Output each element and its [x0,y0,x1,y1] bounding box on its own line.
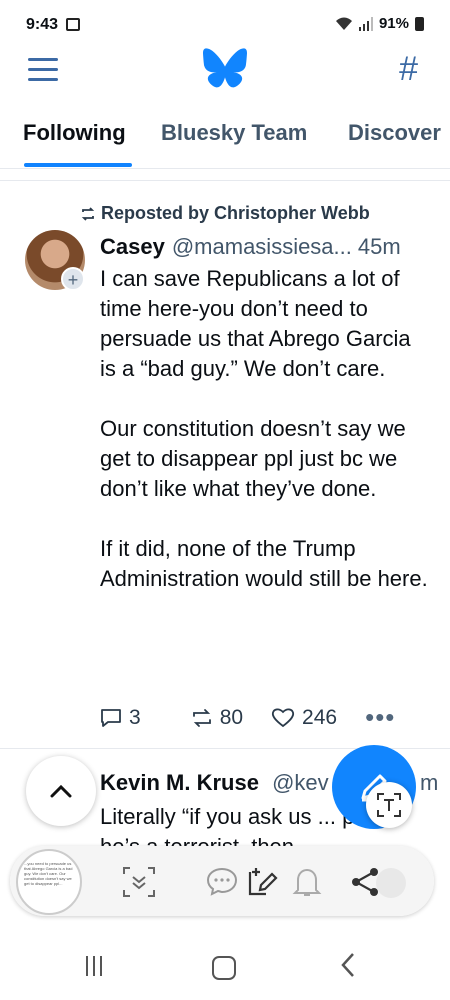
home-button[interactable] [212,956,236,980]
post-time: 45m [357,234,401,259]
screenshot-thumbnail[interactable]: ...you need to persuade us that Abrego G… [16,849,82,915]
status-right: 91% [335,15,424,32]
post-body[interactable]: I can save Republicans a lot of time her… [100,264,430,624]
battery-percent: 91% [378,15,409,32]
reply-count: 3 [129,705,141,729]
post-actions: 3 80 246 ••• [100,702,395,733]
feed-tabs: Following Bluesky Team Discover [0,106,450,169]
repost-count: 80 [219,705,244,729]
follow-plus-icon[interactable]: + [61,267,85,291]
tab-following[interactable]: Following [23,120,126,146]
post-handle[interactable]: @mamasissiesa... [172,234,352,260]
post-paragraph: Our constitution doesn’t say we get to d… [100,416,406,501]
divider [0,180,450,181]
like-count: 246 [302,705,338,729]
tab-bluesky-team[interactable]: Bluesky Team [161,120,307,146]
repost-button[interactable]: 80 [191,706,243,730]
post-paragraph: I can save Republicans a lot of time her… [100,266,411,381]
status-bar: 9:43 91% [0,0,450,48]
system-nav-bar [0,940,450,1000]
post-author[interactable]: Casey [100,234,165,260]
reply-icon [101,708,121,727]
scroll-to-top-button[interactable] [26,756,96,826]
chevron-up-icon [50,784,72,798]
menu-icon[interactable] [28,58,58,82]
reply-button[interactable]: 3 [100,706,141,730]
text-extract-button[interactable] [366,782,412,828]
post-paragraph: If it did, none of the Trump Administrat… [100,536,428,591]
repost-label: Reposted by Christopher Webb [101,203,370,223]
app-header: # [0,46,450,94]
battery-icon [415,16,424,31]
screenshot-toolbar: ...you need to persuade us that Abrego G… [10,846,434,916]
recents-button[interactable] [86,956,102,976]
more-icon[interactable]: ••• [365,702,395,733]
bell-icon[interactable] [292,866,322,898]
chat-icon[interactable] [206,866,238,896]
post2-handle[interactable]: @kev [272,770,329,795]
active-tab-indicator [24,163,132,167]
like-button[interactable]: 246 [271,706,337,730]
post-header: Casey @mamasissiesa... 45m [100,234,440,260]
butterfly-logo[interactable] [203,48,247,88]
post2-author[interactable]: Kevin M. Kruse [100,770,259,795]
wifi-icon [335,17,352,30]
post2-header: Kevin M. Kruse @kev [100,770,329,796]
signal-icon [358,16,373,31]
avatar-ghost [376,868,406,898]
gallery-notification-icon [66,18,80,31]
like-icon [271,708,295,728]
repost-icon [81,206,95,221]
edit-icon[interactable] [246,866,278,898]
repost-context[interactable]: Reposted by Christopher Webb [80,203,370,224]
scan-icon[interactable] [122,866,156,898]
back-icon[interactable] [340,952,356,978]
post2-time: m [420,770,439,795]
text-extract-icon [377,793,401,817]
tab-discover[interactable]: Discover [348,120,441,146]
status-time: 9:43 [26,16,59,33]
hashtag-icon[interactable]: # [399,50,418,89]
repost-icon [192,708,211,727]
